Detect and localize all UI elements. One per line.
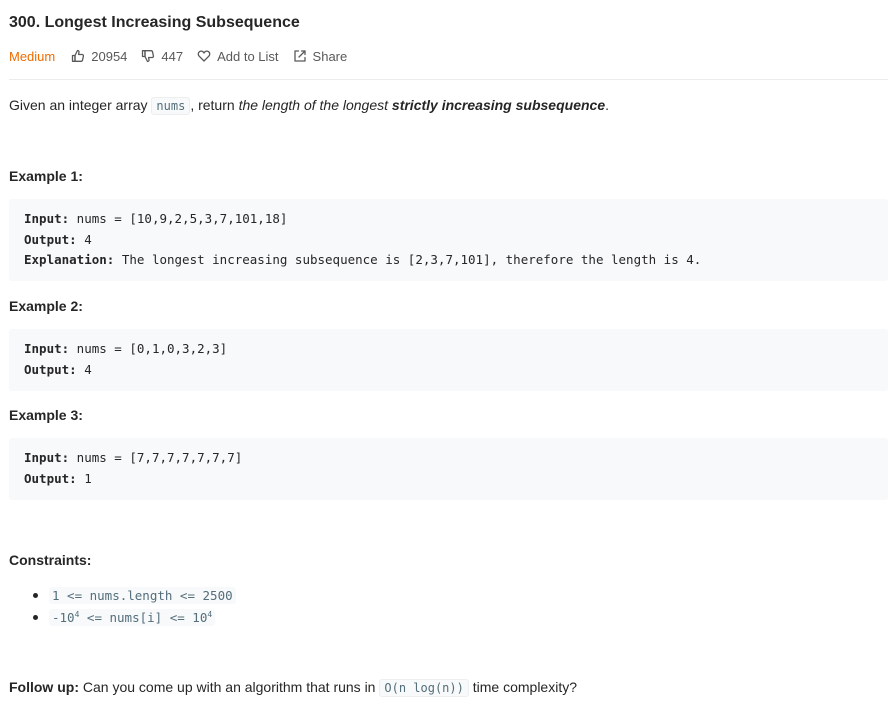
output-label: Output:	[24, 231, 77, 247]
example-input-line: Input: nums = [0,1,0,3,2,3]	[24, 339, 873, 360]
problem-meta-bar: Medium 20954 447 Add to List Share	[9, 46, 361, 66]
constraints-heading: Constraints:	[9, 552, 92, 568]
add-to-list-label: Add to List	[217, 48, 279, 64]
input-value: nums = [10,9,2,5,3,7,101,18]	[69, 211, 288, 226]
explanation-label: Explanation:	[24, 252, 115, 267]
statement-text: , return	[190, 97, 239, 113]
heart-icon	[197, 50, 211, 62]
explanation-value: The longest increasing subsequence is [2…	[114, 252, 702, 267]
statement-italic: the length of the longest	[238, 97, 392, 113]
example-output-line: Output: 4	[24, 230, 873, 251]
share-icon	[293, 50, 306, 62]
example-1-block: Input: nums = [10,9,2,5,3,7,101,18] Outp…	[9, 199, 888, 281]
statement-text: .	[605, 97, 609, 113]
example-3-heading: Example 3:	[9, 407, 83, 423]
follow-up: Follow up: Can you come up with an algor…	[9, 677, 577, 698]
example-2-block: Input: nums = [0,1,0,3,2,3] Output: 4	[9, 329, 888, 391]
example-input-line: Input: nums = [7,7,7,7,7,7,7]	[24, 448, 873, 469]
constraint-item: 1 <= nums.length <= 2500	[33, 585, 236, 607]
example-1-heading: Example 1:	[9, 168, 83, 184]
input-label: Input:	[24, 211, 70, 226]
dislike-button[interactable]: 447	[141, 49, 183, 64]
dislike-count: 447	[161, 48, 184, 64]
problem-title: 300. Longest Increasing Subsequence	[9, 14, 300, 31]
constraints-list: 1 <= nums.length <= 2500 -10 4 <= nums[i]…	[9, 585, 236, 629]
constraint-code: -104 <= nums[i] <= 104	[49, 609, 216, 626]
thumbs-down-icon	[142, 50, 155, 63]
inline-code: nums	[151, 97, 191, 115]
output-label: Output:	[24, 361, 77, 377]
output-value: 4	[76, 361, 92, 377]
header-divider	[9, 79, 888, 80]
follow-up-text: time complexity?	[468, 679, 578, 695]
example-2-heading: Example 2:	[9, 298, 83, 314]
example-3-block: Input: nums = [7,7,7,7,7,7,7] Output: 1	[9, 438, 888, 500]
example-output-line: Output: 4	[24, 360, 873, 381]
follow-up-text: Can you come up with an algorithm that r…	[78, 679, 380, 695]
statement-text: Given an integer array	[9, 97, 152, 113]
follow-up-code: O(n log(n))	[379, 679, 469, 697]
example-explanation-line: Explanation: The longest increasing subs…	[24, 250, 873, 271]
output-label: Output:	[24, 470, 77, 486]
input-value: nums = [0,1,0,3,2,3]	[69, 341, 228, 356]
constraint-part: <= nums[i] <= 10	[79, 610, 208, 625]
constraint-exponent: 4	[207, 610, 213, 619]
statement-bold: strictly increasing subsequence	[391, 97, 606, 113]
constraint-part: -10	[52, 610, 75, 625]
like-button[interactable]: 20954	[71, 49, 127, 64]
add-to-list-button[interactable]: Add to List	[197, 48, 279, 64]
output-value: 1	[76, 470, 92, 486]
constraint-code: 1 <= nums.length <= 2500	[49, 587, 236, 604]
input-value: nums = [7,7,7,7,7,7,7]	[69, 450, 243, 465]
thumbs-up-icon	[72, 49, 85, 62]
example-input-line: Input: nums = [10,9,2,5,3,7,101,18]	[24, 209, 873, 230]
input-label: Input:	[24, 450, 70, 465]
problem-statement: Given an integer array nums, return the …	[9, 95, 609, 116]
like-count: 20954	[91, 48, 128, 64]
share-button[interactable]: Share	[293, 48, 348, 64]
difficulty-label: Medium	[9, 48, 56, 64]
output-value: 4	[76, 231, 92, 247]
share-label: Share	[312, 48, 348, 64]
input-label: Input:	[24, 341, 70, 356]
follow-up-label: Follow up:	[9, 679, 79, 695]
example-output-line: Output: 1	[24, 469, 873, 490]
constraint-item: -104 <= nums[i] <= 104	[33, 607, 236, 629]
